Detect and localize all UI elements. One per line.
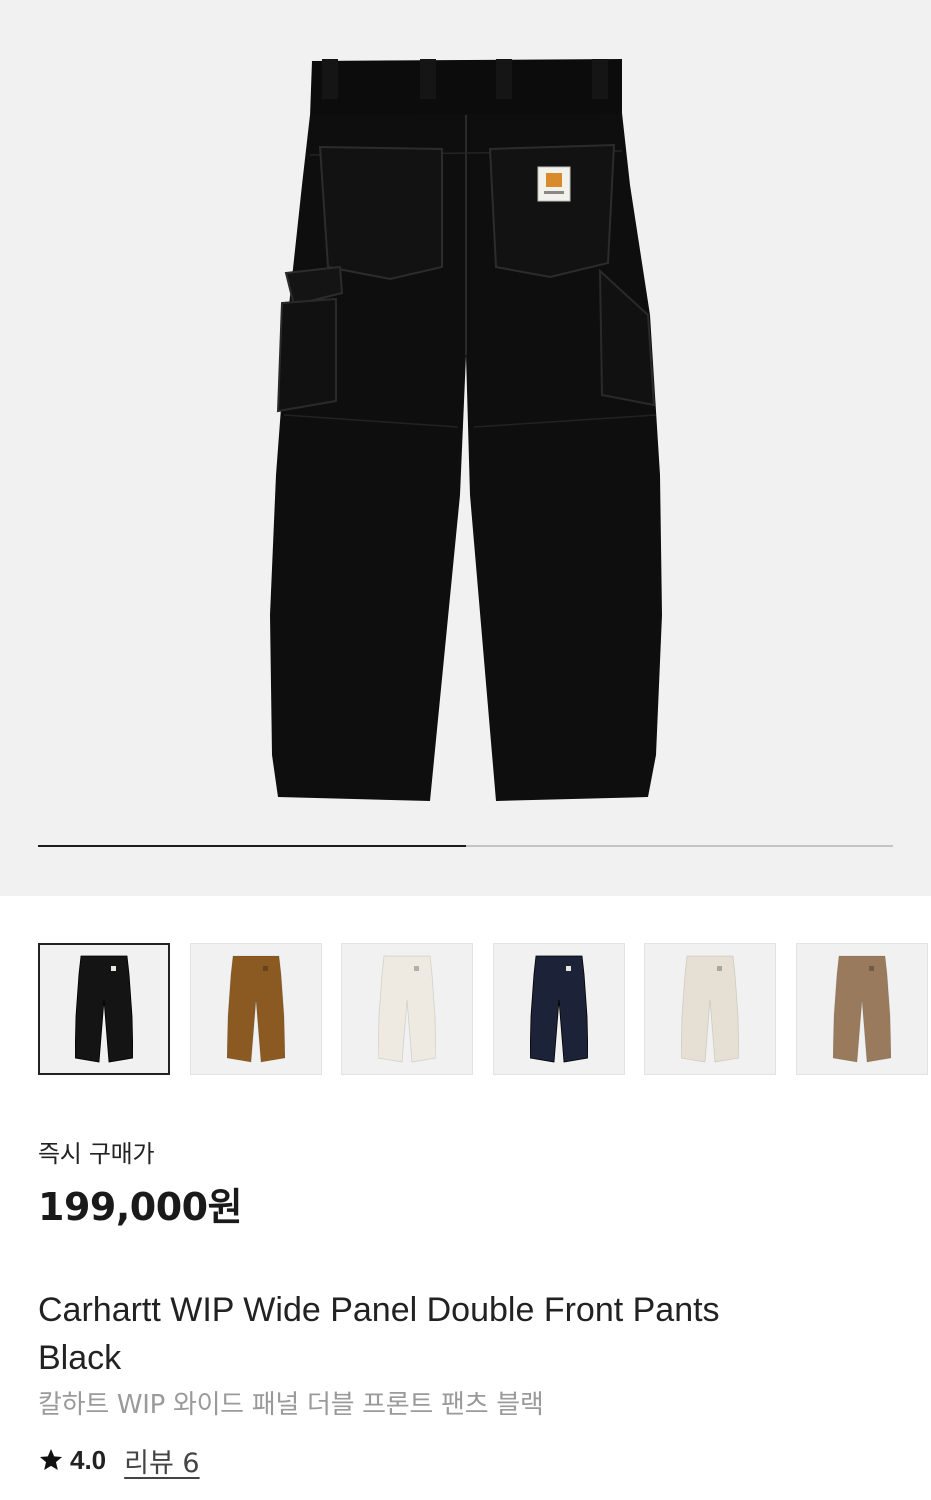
thumbnail-pants-image bbox=[75, 955, 133, 1063]
thumbnail-pants-image bbox=[530, 955, 588, 1063]
product-title: Carhartt WIP Wide Panel Double Front Pan… bbox=[38, 1291, 720, 1377]
thumbnail-navy[interactable] bbox=[493, 943, 625, 1075]
thumbnail-pants-image bbox=[833, 955, 891, 1063]
color-variant-thumbnails bbox=[38, 943, 931, 1077]
thumbnail-black[interactable] bbox=[38, 943, 170, 1075]
rating-value: 4.0 bbox=[70, 1444, 107, 1475]
thumbnail-wax[interactable] bbox=[341, 943, 473, 1075]
thumbnail-hamilton-brown[interactable] bbox=[190, 943, 322, 1075]
thumbnail-pants-image bbox=[227, 955, 285, 1063]
thumbnail-tan[interactable] bbox=[796, 943, 928, 1075]
thumbnail-natural[interactable] bbox=[644, 943, 776, 1075]
gallery-progress-fill bbox=[38, 845, 466, 847]
instant-buy-price-label: 즉시 구매가 bbox=[38, 1140, 155, 1168]
thumbnail-pants-image bbox=[378, 955, 436, 1063]
gallery-progress-bar bbox=[38, 845, 893, 847]
instant-buy-price: 199,000원 bbox=[38, 1185, 243, 1229]
reviews-link[interactable]: 리뷰 6 bbox=[124, 1441, 199, 1480]
product-title-korean: 칼하트 WIP 와이드 패널 더블 프론트 팬츠 블랙 bbox=[38, 1390, 544, 1420]
product-image-gallery[interactable] bbox=[0, 0, 931, 896]
product-main-image bbox=[270, 59, 662, 801]
thumbnail-pants-image bbox=[681, 955, 739, 1063]
star-icon bbox=[39, 1448, 63, 1470]
rating-row: 4.0 리뷰 6 bbox=[38, 1440, 200, 1480]
